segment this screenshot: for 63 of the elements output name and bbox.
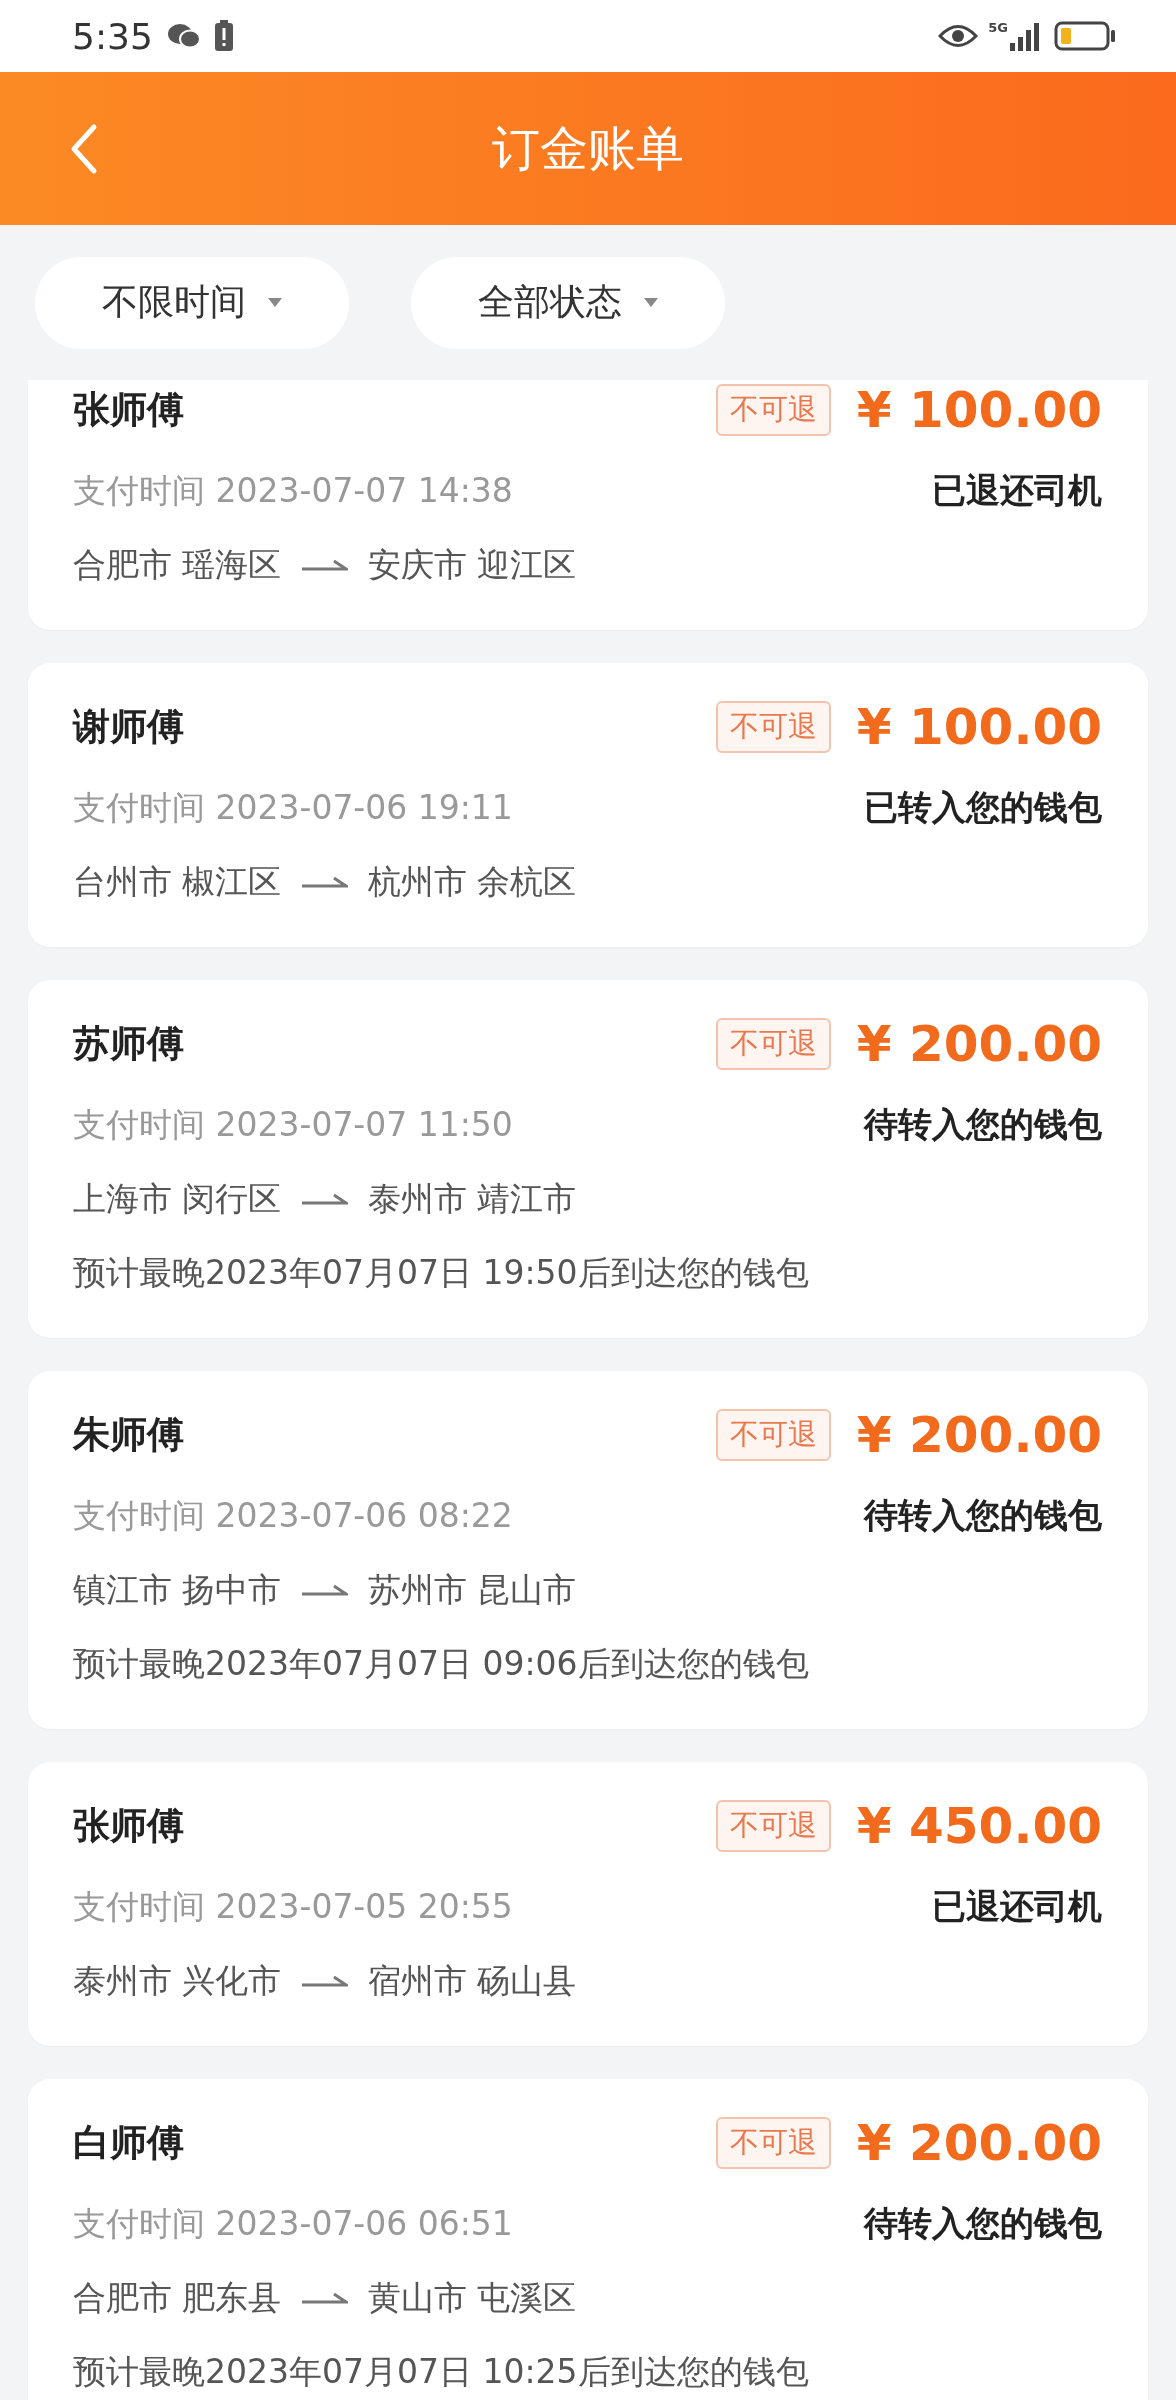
destination-city: 黄山市 屯溪区	[367, 2276, 576, 2319]
refund-tag: 不可退	[715, 1409, 831, 1461]
driver-name: 白师傅	[73, 2120, 185, 2166]
driver-name: 朱师傅	[73, 1412, 185, 1458]
refund-tag: 不可退	[715, 2117, 831, 2169]
payment-time: 支付时间 2023-07-07 11:50	[73, 1103, 513, 1146]
origin-city: 合肥市 肥东县	[73, 2276, 282, 2319]
driver-name: 谢师傅	[73, 704, 185, 750]
deposit-status: 待转入您的钱包	[864, 1103, 1102, 1146]
deposit-amount: ¥ 100.00	[856, 381, 1102, 439]
order-card[interactable]: 张师傅 不可退 ¥ 100.00 支付时间 2023-07-07 14:38 已退还司机 合肥市 瑶海区 安庆市 迎江区	[28, 380, 1148, 630]
driver-name: 苏师傅	[73, 1021, 185, 1067]
arrival-estimate: 预计最晚2023年07月07日 19:50后到达您的钱包	[73, 1251, 810, 1294]
eye-icon	[938, 23, 979, 49]
caret-icon	[644, 298, 658, 307]
chat-icon	[166, 22, 201, 50]
page-title: 订金账单	[492, 118, 684, 178]
deposit-amount: ¥ 100.00	[856, 698, 1102, 756]
order-card[interactable]: 朱师傅 不可退 ¥ 200.00 支付时间 2023-07-06 08:22 待转入您的钱包 镇江市 扬中市 苏州市 昆山市 预计最晚2023年07月07日 09:06后到达您的钱包	[28, 1371, 1148, 1729]
arrival-estimate: 预计最晚2023年07月07日 10:25后到达您的钱包	[73, 2350, 810, 2393]
battery-alert-icon	[212, 20, 235, 52]
deposit-status: 待转入您的钱包	[864, 2202, 1102, 2245]
refund-tag: 不可退	[715, 384, 831, 436]
deposit-status: 待转入您的钱包	[864, 1494, 1102, 1537]
signal-icon	[1010, 21, 1042, 51]
arrival-estimate: 预计最晚2023年07月07日 09:06后到达您的钱包	[73, 1642, 810, 1685]
destination-city: 安庆市 迎江区	[367, 543, 576, 586]
deposit-amount: ¥ 200.00	[856, 2114, 1102, 2172]
deposit-status: 已退还司机	[932, 469, 1102, 512]
driver-name: 张师傅	[73, 387, 185, 433]
deposit-status: 已转入您的钱包	[864, 786, 1102, 829]
origin-city: 合肥市 瑶海区	[73, 543, 282, 586]
origin-city: 上海市 闵行区	[73, 1177, 282, 1220]
payment-time: 支付时间 2023-07-06 08:22	[73, 1494, 513, 1537]
clock-time: 5:35	[72, 15, 153, 57]
order-card[interactable]: 张师傅 不可退 ¥ 450.00 支付时间 2023-07-05 20:55 已退还司机 泰州市 兴化市 宿州市 砀山县	[28, 1762, 1148, 2046]
battery-icon	[1054, 21, 1116, 51]
order-card[interactable]: 谢师傅 不可退 ¥ 100.00 支付时间 2023-07-06 19:11 已转入您的钱包 台州市 椒江区 杭州市 余杭区	[28, 663, 1148, 947]
network-type: 5G	[988, 20, 1008, 35]
deposit-amount: ¥ 200.00	[856, 1406, 1102, 1464]
payment-time: 支付时间 2023-07-05 20:55	[73, 1885, 513, 1928]
payment-time: 支付时间 2023-07-06 19:11	[73, 786, 513, 829]
filter-dropdown[interactable]: 全部状态	[411, 256, 725, 349]
filter-dropdown[interactable]: 不限时间	[35, 256, 349, 349]
deposit-amount: ¥ 200.00	[856, 1015, 1102, 1073]
refund-tag: 不可退	[715, 1800, 831, 1852]
destination-city: 苏州市 昆山市	[367, 1568, 576, 1611]
origin-city: 台州市 椒江区	[73, 860, 282, 903]
destination-city: 宿州市 砀山县	[367, 1959, 576, 2002]
deposit-status: 已退还司机	[932, 1885, 1102, 1928]
payment-time: 支付时间 2023-07-06 06:51	[73, 2202, 513, 2245]
caret-icon	[268, 298, 282, 307]
origin-city: 泰州市 兴化市	[73, 1959, 282, 2002]
refund-tag: 不可退	[715, 701, 831, 753]
order-card[interactable]: 苏师傅 不可退 ¥ 200.00 支付时间 2023-07-07 11:50 待转入您的钱包 上海市 闵行区 泰州市 靖江市 预计最晚2023年07月07日 19:50后到达您的钱包	[28, 980, 1148, 1338]
origin-city: 镇江市 扬中市	[73, 1568, 282, 1611]
destination-city: 泰州市 靖江市	[367, 1177, 576, 1220]
destination-city: 杭州市 余杭区	[367, 860, 576, 903]
refund-tag: 不可退	[715, 1018, 831, 1070]
driver-name: 张师傅	[73, 1803, 185, 1849]
order-card[interactable]: 白师傅 不可退 ¥ 200.00 支付时间 2023-07-06 06:51 待转入您的钱包 合肥市 肥东县 黄山市 屯溪区 预计最晚2023年07月07日 10:25后到达您的钱包	[28, 2079, 1148, 2400]
payment-time: 支付时间 2023-07-07 14:38	[73, 469, 513, 512]
deposit-amount: ¥ 450.00	[856, 1797, 1102, 1855]
